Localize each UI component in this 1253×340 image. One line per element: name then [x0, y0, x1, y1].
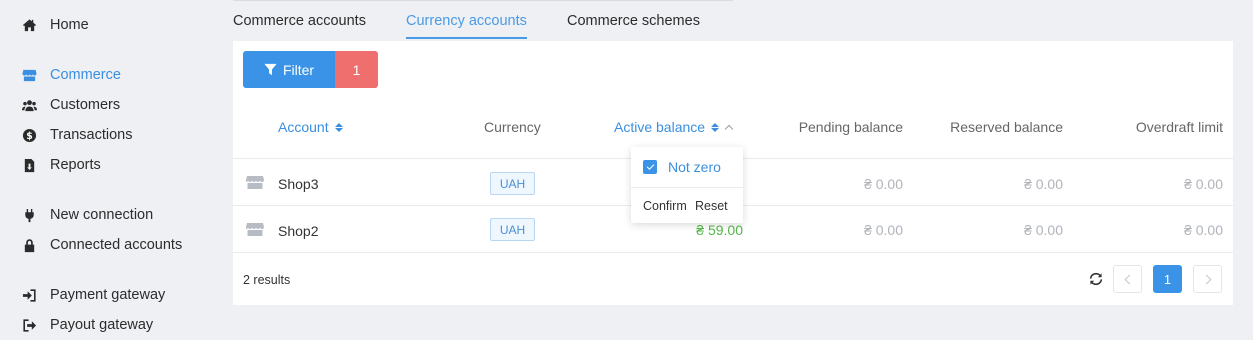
- plug-icon: [20, 207, 38, 223]
- sidebar-item-label: Connected accounts: [50, 237, 183, 253]
- lock-icon: [20, 237, 38, 253]
- tab-currency-accounts[interactable]: Currency accounts: [406, 13, 527, 39]
- column-header-label: Reserved balance: [950, 119, 1063, 135]
- sidebar-item-label: Payout gateway: [50, 317, 154, 333]
- column-header-label: Account: [278, 119, 329, 135]
- currency-badge: UAH: [490, 172, 535, 195]
- reset-button[interactable]: Reset: [695, 199, 728, 213]
- filter-label: Filter: [282, 61, 315, 78]
- sidebar-item-payout-gateway[interactable]: Payout gateway: [20, 314, 153, 336]
- column-header-label: Overdraft limit: [1135, 119, 1223, 135]
- sidebar-item-label: Transactions: [50, 127, 133, 143]
- sidebar-item-new-connection[interactable]: New connection: [20, 204, 153, 226]
- tab-commerce-accounts[interactable]: Commerce accounts: [233, 13, 366, 37]
- account-name[interactable]: Shop3: [278, 176, 318, 192]
- tab-bar: Commerce accounts Currency accounts Comm…: [233, 0, 733, 41]
- reserved-balance-value: ₴ 0.00: [1024, 176, 1063, 192]
- account-name[interactable]: Shop2: [278, 223, 318, 239]
- overdraft-limit-value: ₴ 0.00: [1184, 176, 1223, 192]
- dollar-icon: $: [20, 127, 38, 143]
- not-zero-checkbox[interactable]: Not zero: [643, 159, 721, 175]
- sign-out-icon: [20, 317, 38, 333]
- store-icon: [246, 221, 264, 237]
- sort-icon: [334, 122, 343, 132]
- column-header-label: Currency: [484, 119, 541, 135]
- sidebar: Home Commerce Customers $ Transactions R…: [0, 0, 215, 340]
- refresh-icon[interactable]: [1088, 271, 1104, 287]
- sidebar-item-payment-gateway[interactable]: Payment gateway: [20, 284, 165, 306]
- sidebar-item-label: Home: [50, 17, 89, 33]
- column-header-overdraft-limit: Overdraft limit: [1136, 119, 1223, 135]
- column-header-label: Active balance: [614, 119, 706, 135]
- currency-badge: UAH: [490, 218, 535, 241]
- sidebar-item-label: Customers: [50, 97, 121, 113]
- home-icon: [20, 17, 38, 33]
- file-download-icon: [20, 157, 38, 173]
- sidebar-item-home[interactable]: Home: [20, 14, 89, 36]
- column-header-active-balance[interactable]: Active balance: [614, 119, 734, 135]
- prev-page-button[interactable]: [1113, 265, 1142, 293]
- store-icon: [246, 174, 264, 190]
- chevron-up-icon[interactable]: [724, 124, 734, 134]
- sidebar-item-label: Commerce: [50, 67, 121, 83]
- svg-text:$: $: [26, 130, 33, 141]
- filter-icon: [264, 63, 277, 76]
- results-count: 2 results: [243, 273, 291, 287]
- sidebar-item-reports[interactable]: Reports: [20, 154, 101, 176]
- overdraft-limit-value: ₴ 0.00: [1184, 222, 1223, 238]
- reserved-balance-value: ₴ 0.00: [1024, 222, 1063, 238]
- column-header-currency: Currency: [484, 119, 541, 135]
- filter-count-badge[interactable]: 1: [335, 51, 378, 88]
- sidebar-item-commerce[interactable]: Commerce: [20, 64, 121, 86]
- sidebar-item-label: New connection: [50, 207, 154, 223]
- confirm-button[interactable]: Confirm: [643, 199, 687, 213]
- column-header-pending-balance: Pending balance: [799, 119, 903, 135]
- sidebar-item-customers[interactable]: Customers: [20, 94, 120, 116]
- chevron-left-icon: [1124, 274, 1134, 284]
- column-header-reserved-balance: Reserved balance: [950, 119, 1063, 135]
- tab-commerce-schemes[interactable]: Commerce schemes: [567, 13, 700, 37]
- store-icon: [20, 67, 38, 83]
- sidebar-item-transactions[interactable]: $ Transactions: [20, 124, 132, 146]
- dropdown-option-label: Not zero: [668, 159, 721, 175]
- checkbox-checked-icon: [643, 160, 657, 174]
- divider: [233, 252, 1233, 253]
- users-icon: [20, 97, 38, 113]
- filter-button[interactable]: Filter: [243, 51, 335, 88]
- column-header-label: Pending balance: [798, 119, 903, 135]
- active-balance-filter-dropdown: Not zero Confirm Reset: [631, 147, 743, 223]
- column-header-account[interactable]: Account: [278, 119, 343, 135]
- sort-icon: [711, 122, 720, 132]
- pending-balance-value: ₴ 0.00: [864, 176, 903, 192]
- sidebar-item-connected-accounts[interactable]: Connected accounts: [20, 234, 182, 256]
- sign-in-icon: [20, 287, 38, 303]
- divider: [631, 187, 743, 188]
- active-balance-value: ₴ 59.00: [696, 222, 743, 238]
- sidebar-item-label: Reports: [50, 157, 101, 173]
- pending-balance-value: ₴ 0.00: [864, 222, 903, 238]
- next-page-button[interactable]: [1193, 265, 1222, 293]
- page-1-button[interactable]: 1: [1153, 265, 1182, 293]
- chevron-right-icon: [1201, 274, 1211, 284]
- sidebar-item-label: Payment gateway: [50, 287, 166, 303]
